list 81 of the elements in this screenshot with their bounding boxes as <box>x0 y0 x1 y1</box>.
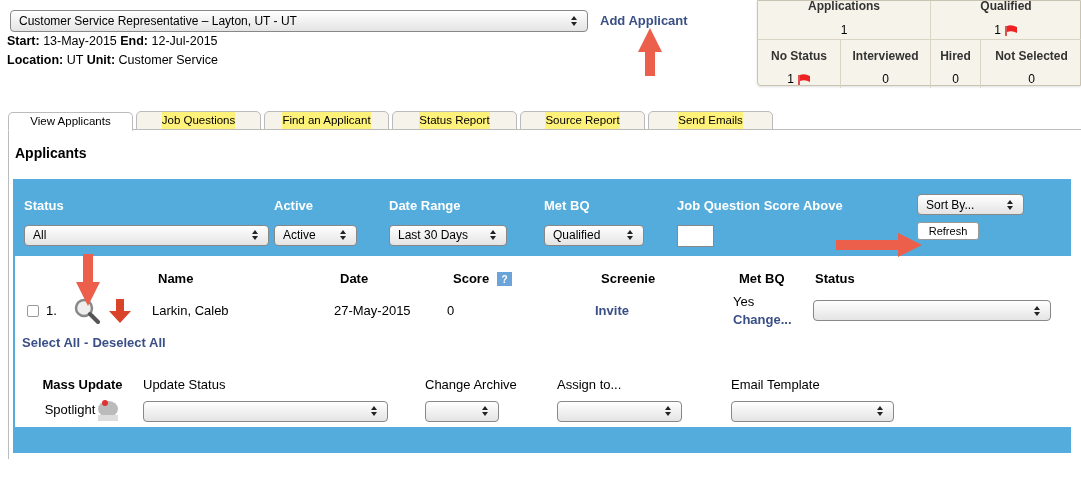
filter-select[interactable]: All <box>24 224 269 246</box>
select-all-link[interactable]: Select All <box>22 332 81 353</box>
up-down-arrows-icon <box>625 229 635 242</box>
filter-label: Job Question Score Above <box>677 197 843 216</box>
filter-label: Met BQ <box>544 197 590 216</box>
stat-value: 0 <box>882 71 889 88</box>
up-down-arrows-icon <box>488 229 498 242</box>
tab[interactable]: Find an Applicant <box>264 111 389 131</box>
status-select[interactable] <box>813 300 1051 322</box>
score-input[interactable] <box>677 224 714 247</box>
section-title: Applicants <box>14 144 87 164</box>
up-down-arrows-icon <box>338 229 348 242</box>
deselect-all-link[interactable]: Deselect All <box>92 332 166 353</box>
stat-label: Not Selected <box>995 48 1068 65</box>
up-down-arrows-icon <box>369 405 379 418</box>
filter-label: Active <box>274 197 314 216</box>
field-label: Assign to... <box>557 376 622 395</box>
stat-value: 1 <box>840 22 848 39</box>
add-applicant-link[interactable]: Add Applicant <box>600 11 688 31</box>
column-header: Score <box>453 270 490 289</box>
filter-select[interactable]: Qualified <box>544 224 644 246</box>
row-checkbox[interactable] <box>27 304 39 317</box>
mass-update-select[interactable] <box>143 400 388 422</box>
annotation-arrow <box>75 254 101 306</box>
applicant-name: Larkin, Caleb <box>152 302 230 320</box>
tab[interactable]: View Applicants <box>8 112 133 132</box>
filter-select[interactable]: Active <box>274 224 357 246</box>
down-arrow-icon <box>109 298 131 323</box>
column-header: Name <box>158 270 194 289</box>
column-header: Date <box>340 270 369 289</box>
invite-link[interactable]: Invite <box>595 301 733 321</box>
change-link[interactable]: Change... <box>733 310 813 329</box>
mass-update-select[interactable] <box>731 400 894 422</box>
field-label: Email Template <box>731 376 820 395</box>
job-select[interactable]: Customer Service Representative – Layton, UT - UT <box>10 10 588 32</box>
filter-select[interactable]: Last 30 Days <box>389 224 507 246</box>
stat-label: Hired <box>940 48 971 65</box>
up-down-arrows-icon <box>663 405 673 418</box>
field-label: Change Archive <box>425 376 517 395</box>
up-down-arrows-icon <box>569 15 579 27</box>
info-text: Location: UT Unit: Customer Service <box>7 52 218 69</box>
mass-update-select[interactable] <box>425 400 499 422</box>
filter-label: Date Range <box>389 197 461 216</box>
filter-label: Status <box>24 197 64 216</box>
tab[interactable]: Job Questions <box>136 111 261 131</box>
spotlight-icon[interactable] <box>96 397 121 422</box>
stat-value: 1 <box>994 21 1018 39</box>
sort-select[interactable]: Sort By... <box>917 194 1024 216</box>
stat-value: 1 <box>787 70 811 88</box>
up-down-arrows-icon <box>250 229 260 242</box>
up-down-arrows-icon <box>1032 304 1042 317</box>
field-label: Update Status <box>143 376 226 395</box>
magnifier-icon[interactable] <box>74 297 100 324</box>
stat-label: Applications <box>808 0 880 15</box>
mass-update-select[interactable] <box>557 400 682 422</box>
date-cell-text: 27-May-2015 <box>334 302 412 320</box>
stat-label: Interviewed <box>852 48 919 65</box>
tab[interactable]: Status Report <box>392 111 517 131</box>
tab[interactable]: Source Report <box>520 111 645 131</box>
mass-update-label: Mass Update <box>42 376 123 395</box>
refresh-button[interactable]: Refresh <box>917 222 979 241</box>
stat-label: Qualified <box>980 0 1032 15</box>
stat-value: 0 <box>952 71 959 88</box>
annotation-arrow <box>636 28 664 76</box>
tab[interactable]: Send Emails <box>648 111 773 131</box>
spotlight-text: Spotlight <box>44 401 96 419</box>
flag-icon <box>1004 24 1018 36</box>
flag-icon <box>797 73 811 85</box>
stat-label: No Status <box>771 48 827 65</box>
up-down-arrows-icon <box>875 405 885 418</box>
stat-value: 0 <box>1028 71 1035 88</box>
row-number: 1. <box>46 302 58 320</box>
column-header: Screenie <box>601 270 656 289</box>
up-down-arrows-icon <box>480 405 490 418</box>
score-cell-text: 0 <box>447 302 456 320</box>
separator-text: - <box>84 333 89 352</box>
info-text: Start: 13-May-2015 End: 12-Jul-2015 <box>7 33 218 50</box>
up-down-arrows-icon <box>1005 198 1015 211</box>
column-header: Status <box>815 270 855 289</box>
column-header: Met BQ <box>739 270 785 289</box>
met-bq-value: Yes <box>733 292 756 311</box>
